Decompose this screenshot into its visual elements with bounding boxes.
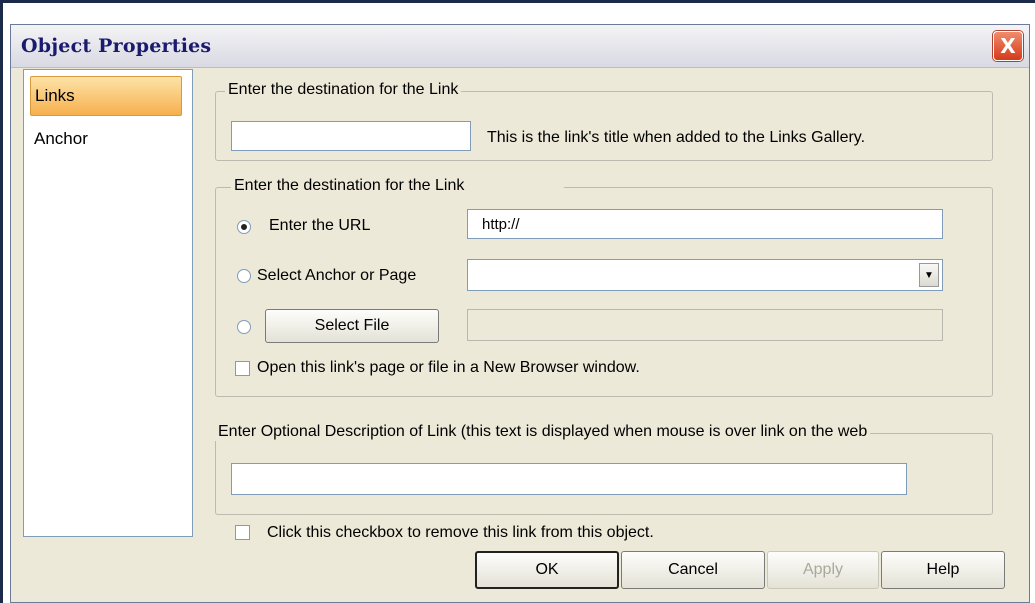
url-input-value: http:// xyxy=(482,216,520,233)
link-title-hint: This is the link's title when added to t… xyxy=(487,129,866,146)
anchor-radio[interactable] xyxy=(237,269,251,283)
url-radio[interactable] xyxy=(237,220,251,234)
link-title-legend: Enter the destination for the Link xyxy=(225,81,462,99)
select-file-button[interactable]: Select File xyxy=(265,309,439,343)
apply-button: Apply xyxy=(767,551,879,589)
description-legend: Enter Optional Description of Link (this… xyxy=(215,423,871,441)
screen-edge-top xyxy=(0,0,1035,3)
anchor-select[interactable]: ▼ xyxy=(467,259,943,291)
dialog-footer: OK Cancel Apply Help xyxy=(11,537,1029,603)
url-input[interactable]: http:// xyxy=(467,209,943,239)
url-option-label: Enter the URL xyxy=(269,217,371,234)
object-properties-dialog: Object Properties X Links Anchor Enter t… xyxy=(10,24,1030,603)
dialog-title: Object Properties xyxy=(21,35,212,57)
file-path-input xyxy=(467,309,943,341)
chevron-down-icon[interactable]: ▼ xyxy=(919,263,939,287)
anchor-option-label: Select Anchor or Page xyxy=(257,267,417,284)
sidebar-item-label: Anchor xyxy=(34,129,88,148)
content-panel: Enter the destination for the Link This … xyxy=(195,69,1019,541)
new-window-label: Open this link's page or file in a New B… xyxy=(257,359,640,376)
sidebar-item-label: Links xyxy=(35,86,75,105)
link-title-input[interactable] xyxy=(231,121,471,151)
new-window-checkbox[interactable] xyxy=(235,361,250,376)
screen-edge-left xyxy=(0,0,3,603)
destination-legend: Enter the destination for the Link xyxy=(231,177,565,195)
file-radio[interactable] xyxy=(237,320,251,334)
cancel-button[interactable]: Cancel xyxy=(621,551,765,589)
sidebar-item-links[interactable]: Links xyxy=(30,76,182,116)
description-input[interactable] xyxy=(231,463,907,495)
sidebar: Links Anchor xyxy=(23,69,193,537)
title-bar[interactable]: Object Properties X xyxy=(11,25,1029,68)
sidebar-item-anchor[interactable]: Anchor xyxy=(30,120,180,158)
radio-selected-dot xyxy=(241,224,247,230)
close-button[interactable]: X xyxy=(993,31,1023,61)
close-icon: X xyxy=(1000,34,1016,58)
help-button[interactable]: Help xyxy=(881,551,1005,589)
ok-button[interactable]: OK xyxy=(475,551,619,589)
